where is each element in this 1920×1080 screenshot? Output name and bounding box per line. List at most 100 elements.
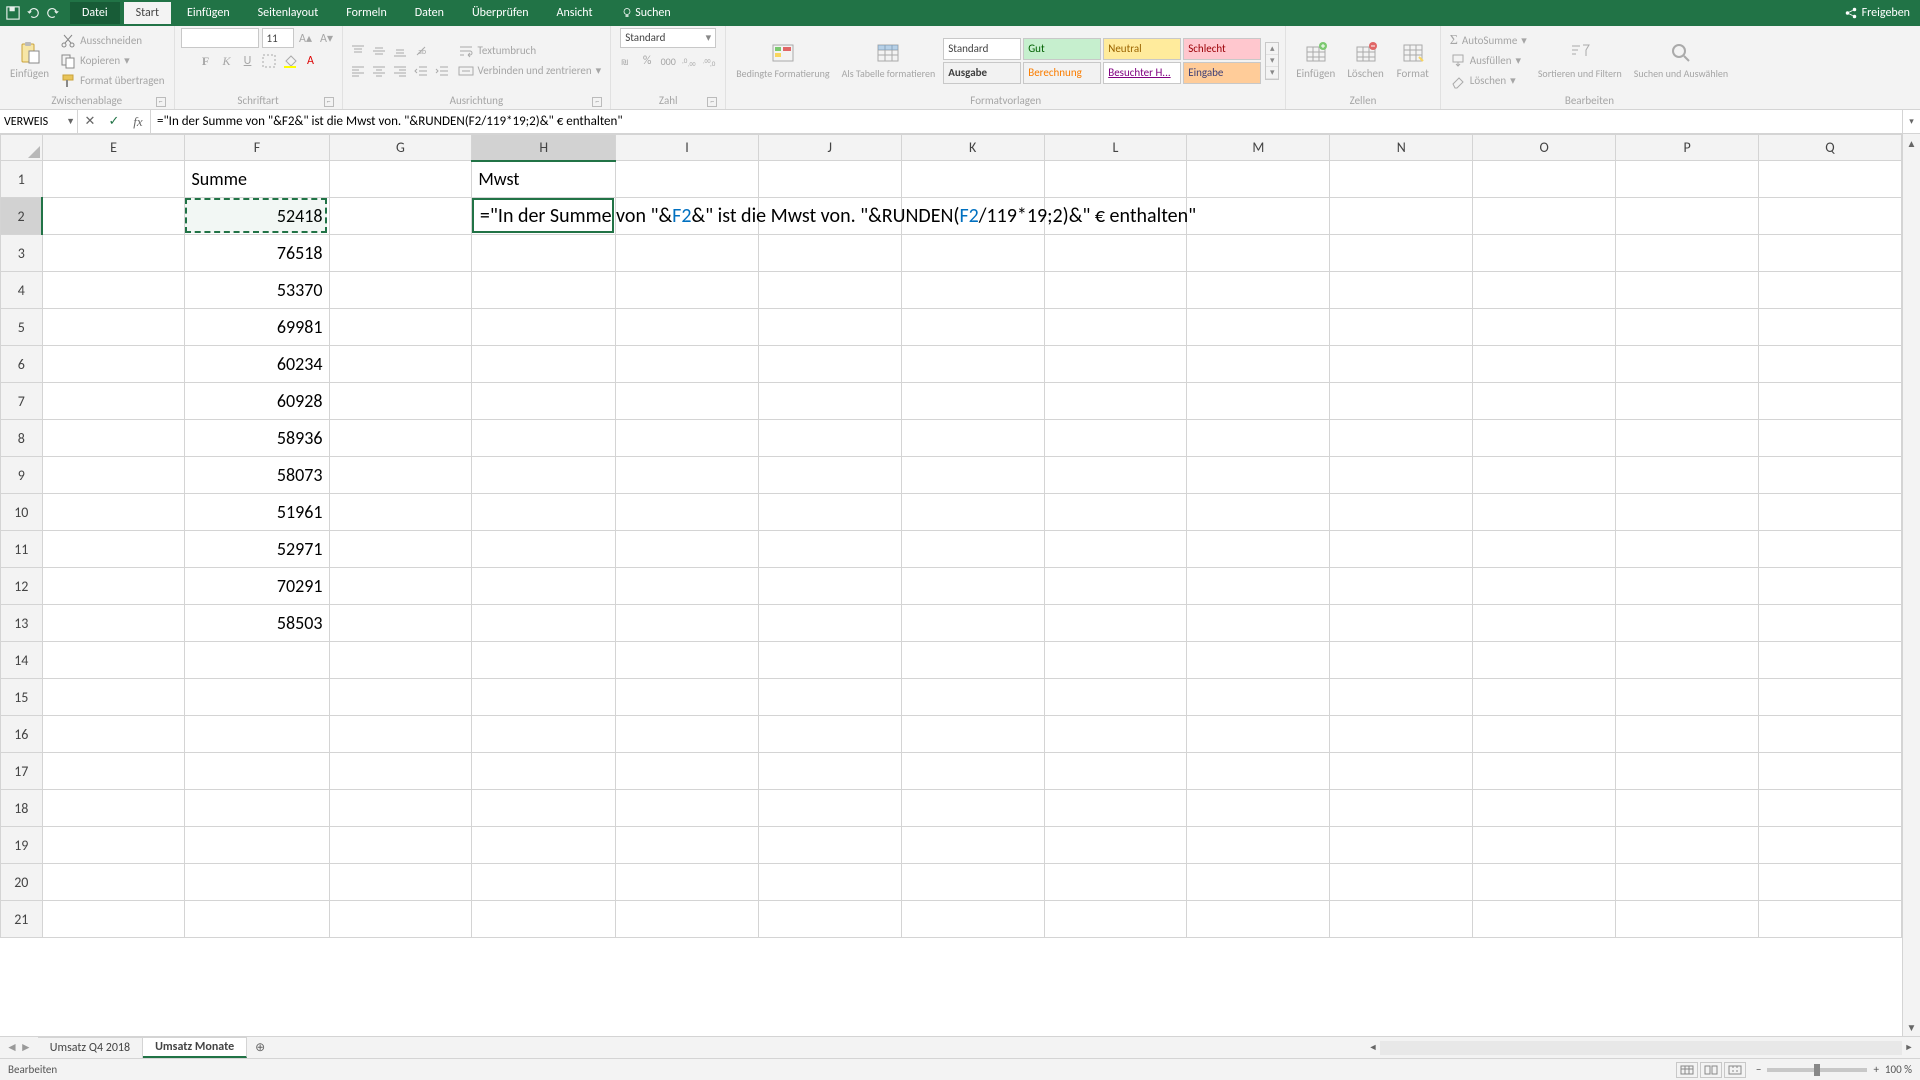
cell-K10[interactable] xyxy=(901,494,1044,531)
page-break-view-button[interactable] xyxy=(1724,1062,1746,1078)
column-header-I[interactable]: I xyxy=(616,135,759,161)
cell-F6[interactable]: 60234 xyxy=(185,346,329,383)
cell-E16[interactable] xyxy=(42,716,185,753)
cell-M4[interactable] xyxy=(1187,272,1330,309)
cell-Q15[interactable] xyxy=(1759,679,1902,716)
cell-K19[interactable] xyxy=(901,827,1044,864)
border-button[interactable] xyxy=(260,52,278,70)
underline-button[interactable]: U xyxy=(239,52,257,70)
cell-J1[interactable] xyxy=(758,161,901,198)
cell-P11[interactable] xyxy=(1616,531,1759,568)
normal-view-button[interactable] xyxy=(1676,1062,1698,1078)
wrap-text-button[interactable]: Textumbruch xyxy=(455,42,605,60)
indent-decrease-button[interactable] xyxy=(412,62,430,80)
cell-F2[interactable]: 52418 xyxy=(185,198,329,235)
cell-M6[interactable] xyxy=(1187,346,1330,383)
cell-G7[interactable] xyxy=(329,383,472,420)
zoom-in-button[interactable]: + xyxy=(1873,1063,1878,1076)
row-header-17[interactable]: 17 xyxy=(1,753,43,790)
formula-input[interactable]: ="In der Summe von "&F2&" ist die Mwst v… xyxy=(151,110,1902,133)
cell-N5[interactable] xyxy=(1330,309,1473,346)
decrease-decimal-button[interactable]: ,00,0 xyxy=(701,52,719,70)
cell-H20[interactable] xyxy=(472,864,616,901)
cell-L5[interactable] xyxy=(1044,309,1187,346)
sheet-tab-0[interactable]: Umsatz Q4 2018 xyxy=(38,1037,143,1058)
tell-me-search[interactable]: Suchen xyxy=(609,2,683,24)
insert-function-button[interactable]: fx xyxy=(126,114,150,130)
cell-Q5[interactable] xyxy=(1759,309,1902,346)
cell-L15[interactable] xyxy=(1044,679,1187,716)
align-right-button[interactable] xyxy=(391,62,409,80)
cell-L1[interactable] xyxy=(1044,161,1187,198)
cell-K3[interactable] xyxy=(901,235,1044,272)
cell-L16[interactable] xyxy=(1044,716,1187,753)
row-header-16[interactable]: 16 xyxy=(1,716,43,753)
cell-K8[interactable] xyxy=(901,420,1044,457)
cell-G1[interactable] xyxy=(329,161,472,198)
cell-F10[interactable]: 51961 xyxy=(185,494,329,531)
row-header-9[interactable]: 9 xyxy=(1,457,43,494)
cell-L17[interactable] xyxy=(1044,753,1187,790)
row-header-3[interactable]: 3 xyxy=(1,235,43,272)
row-header-11[interactable]: 11 xyxy=(1,531,43,568)
cell-G4[interactable] xyxy=(329,272,472,309)
cell-M21[interactable] xyxy=(1187,901,1330,938)
cell-P17[interactable] xyxy=(1616,753,1759,790)
cell-I11[interactable] xyxy=(616,531,759,568)
cell-E2[interactable] xyxy=(42,198,185,235)
format-as-table-button[interactable]: Als Tabelle formatieren xyxy=(838,39,940,82)
cell-I1[interactable] xyxy=(616,161,759,198)
cell-L9[interactable] xyxy=(1044,457,1187,494)
cell-P19[interactable] xyxy=(1616,827,1759,864)
cell-P7[interactable] xyxy=(1616,383,1759,420)
cell-L7[interactable] xyxy=(1044,383,1187,420)
cell-Q6[interactable] xyxy=(1759,346,1902,383)
cell-H15[interactable] xyxy=(472,679,616,716)
column-header-F[interactable]: F xyxy=(185,135,329,161)
cell-O15[interactable] xyxy=(1473,679,1616,716)
cell-E19[interactable] xyxy=(42,827,185,864)
copy-button[interactable]: Kopieren ▾ xyxy=(57,52,167,70)
row-header-5[interactable]: 5 xyxy=(1,309,43,346)
cell-I13[interactable] xyxy=(616,605,759,642)
cell-M19[interactable] xyxy=(1187,827,1330,864)
cell-M2[interactable] xyxy=(1187,198,1330,235)
cell-H4[interactable] xyxy=(472,272,616,309)
cell-E12[interactable] xyxy=(42,568,185,605)
cell-F17[interactable] xyxy=(185,753,329,790)
enter-formula-button[interactable]: ✓ xyxy=(102,114,126,129)
redo-icon[interactable] xyxy=(46,6,60,20)
find-select-button[interactable]: Suchen und Auswählen xyxy=(1630,39,1732,82)
cell-J18[interactable] xyxy=(758,790,901,827)
cell-G3[interactable] xyxy=(329,235,472,272)
styles-gallery-scroll[interactable]: ▴▾▾ xyxy=(1265,42,1279,80)
cell-M9[interactable] xyxy=(1187,457,1330,494)
cell-M18[interactable] xyxy=(1187,790,1330,827)
cell-I16[interactable] xyxy=(616,716,759,753)
cell-E11[interactable] xyxy=(42,531,185,568)
cell-G21[interactable] xyxy=(329,901,472,938)
cell-G17[interactable] xyxy=(329,753,472,790)
cell-E15[interactable] xyxy=(42,679,185,716)
cell-I3[interactable] xyxy=(616,235,759,272)
cell-Q16[interactable] xyxy=(1759,716,1902,753)
cell-L14[interactable] xyxy=(1044,642,1187,679)
accounting-format-button[interactable]: ₪ xyxy=(617,52,635,70)
tab-seitenlayout[interactable]: Seitenlayout xyxy=(246,2,331,24)
cell-O4[interactable] xyxy=(1473,272,1616,309)
sheet-tab-1[interactable]: Umsatz Monate xyxy=(143,1037,247,1058)
cell-J3[interactable] xyxy=(758,235,901,272)
cell-J6[interactable] xyxy=(758,346,901,383)
cell-L4[interactable] xyxy=(1044,272,1187,309)
cell-N19[interactable] xyxy=(1330,827,1473,864)
italic-button[interactable]: K xyxy=(218,52,236,70)
cell-L13[interactable] xyxy=(1044,605,1187,642)
cell-K14[interactable] xyxy=(901,642,1044,679)
fill-color-button[interactable] xyxy=(281,52,299,70)
tab-daten[interactable]: Daten xyxy=(403,2,456,24)
cell-I19[interactable] xyxy=(616,827,759,864)
cell-F12[interactable]: 70291 xyxy=(185,568,329,605)
cell-P3[interactable] xyxy=(1616,235,1759,272)
new-sheet-button[interactable]: ⊕ xyxy=(247,1037,273,1058)
thousands-button[interactable]: 000 xyxy=(659,52,677,70)
